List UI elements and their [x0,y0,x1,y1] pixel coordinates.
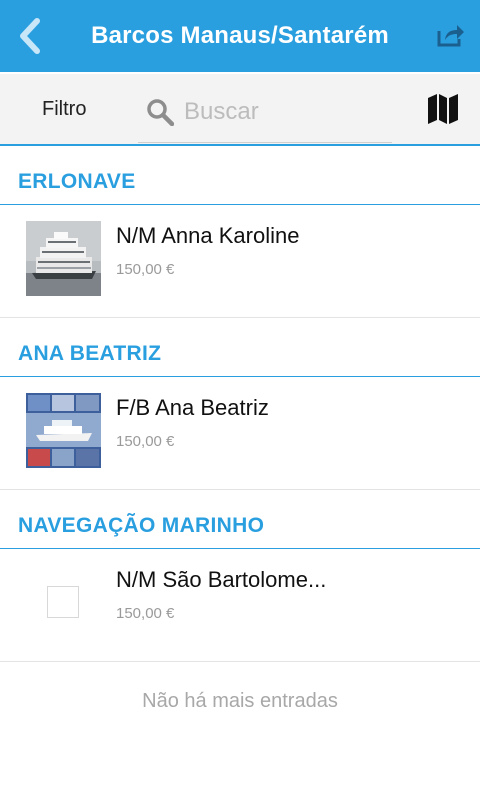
list-item[interactable]: N/M São Bartolome... 150,00 € [0,549,480,662]
end-of-list-text: Não há mais entradas [142,690,338,712]
page-title: Barcos Manaus/Santarém [91,22,389,49]
item-price: 150,00 € [116,605,175,622]
filter-button[interactable]: Filtro [42,74,86,144]
boat-photo [26,221,101,296]
search-box[interactable] [138,82,392,143]
section-title: NAVEGAÇÃO MARINHO [18,514,265,537]
search-toolbar: Filtro [0,74,480,146]
section-title: ANA BEATRIZ [18,342,162,365]
item-price: 150,00 € [116,261,175,278]
map-button[interactable] [426,92,460,126]
item-price: 150,00 € [116,433,175,450]
list-item[interactable]: F/B Ana Beatriz 150,00 € [0,377,480,490]
search-icon [146,97,176,127]
back-button[interactable] [12,14,46,58]
boat-collage-photo [26,393,101,468]
item-name: N/M São Bartolome... [116,567,327,592]
share-icon [437,25,464,47]
back-chevron-icon [20,18,40,54]
section-header-erlonave: ERLONAVE [0,146,480,205]
app-bar: Barcos Manaus/Santarém [0,0,480,72]
share-button[interactable] [434,18,468,52]
image-placeholder [47,586,79,618]
search-input[interactable] [184,98,384,126]
section-header-ana-beatriz: ANA BEATRIZ [0,318,480,377]
section-header-navegacao-marinho: NAVEGAÇÃO MARINHO [0,490,480,549]
item-name: F/B Ana Beatriz [116,395,269,420]
item-name: N/M Anna Karoline [116,223,300,248]
map-icon [428,94,458,124]
list-item[interactable]: N/M Anna Karoline 150,00 € [0,205,480,318]
section-title: ERLONAVE [18,170,136,193]
